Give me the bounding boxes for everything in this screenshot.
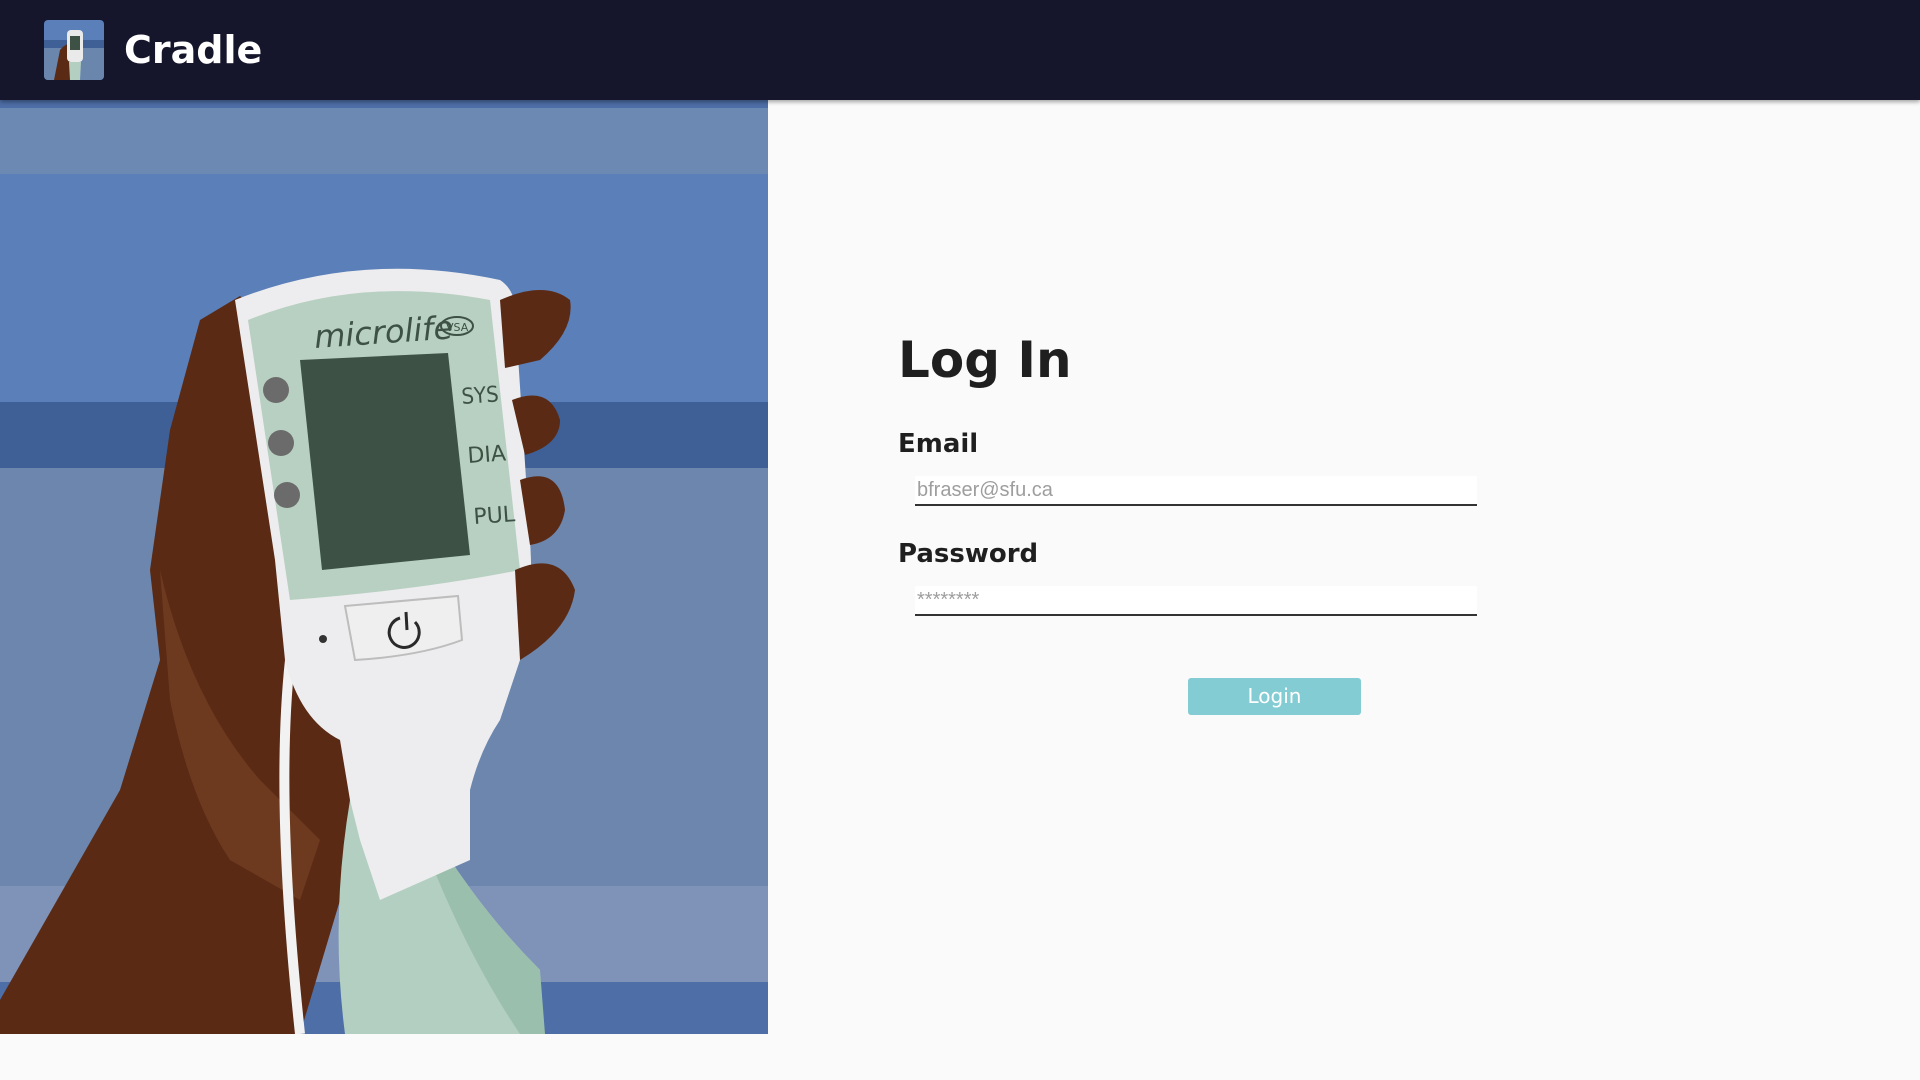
device-indicator	[319, 635, 327, 643]
app-header: Cradle	[0, 0, 1920, 100]
page-title: Log In	[898, 331, 1072, 389]
device-button-1	[263, 377, 289, 403]
hero-illustration: microlife VSA SYS DIA PUL	[0, 100, 768, 1034]
readout-label-sys: SYS	[461, 382, 500, 410]
app-title: Cradle	[124, 28, 263, 72]
cradle-logo-icon[interactable]	[44, 20, 104, 80]
email-field[interactable]	[915, 476, 1477, 506]
device-badge-text: VSA	[446, 321, 469, 334]
password-field[interactable]	[915, 586, 1477, 616]
login-button[interactable]: Login	[1188, 678, 1361, 715]
device-button-3	[274, 482, 300, 508]
readout-label-pul: PUL	[473, 502, 517, 530]
device-button-2	[268, 430, 294, 456]
device-screen	[300, 353, 470, 570]
login-form: Log In Email Password Login	[768, 100, 1920, 1080]
password-label: Password	[898, 539, 1039, 569]
readout-label-dia: DIA	[467, 441, 507, 469]
email-label: Email	[898, 429, 979, 459]
